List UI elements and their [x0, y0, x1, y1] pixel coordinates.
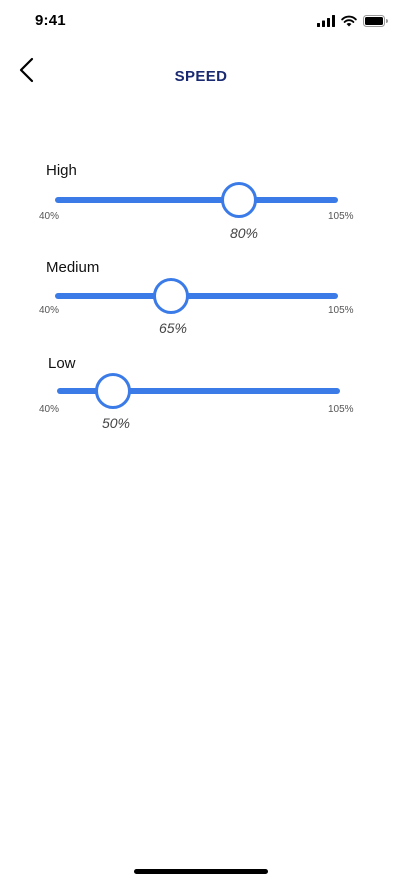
slider-min-label: 40%	[39, 305, 60, 316]
cellular-signal-icon	[317, 15, 335, 27]
slider-label: Medium	[46, 259, 100, 276]
slider-thumb[interactable]	[153, 278, 189, 314]
slider-medium: Medium 40% 105% 65%	[0, 257, 402, 347]
status-bar: 9:41	[0, 0, 402, 44]
slider-value: 80%	[229, 225, 259, 241]
wifi-icon	[341, 15, 357, 27]
slider-max-label: 105%	[328, 305, 354, 316]
slider-high: High 40% 105% 80%	[0, 160, 402, 250]
slider-low: Low 40% 105% 50%	[0, 353, 402, 443]
slider-max-label: 105%	[328, 211, 354, 222]
slider-thumb[interactable]	[221, 182, 257, 218]
page-title: SPEED	[174, 68, 228, 85]
slider-value: 65%	[158, 320, 188, 336]
slider-label: High	[46, 162, 77, 179]
status-time: 9:41	[35, 12, 66, 29]
slider-track[interactable]	[55, 197, 338, 203]
slider-value: 50%	[101, 415, 131, 431]
slider-thumb[interactable]	[95, 373, 131, 409]
slider-max-label: 105%	[328, 404, 354, 415]
slider-track[interactable]	[55, 293, 338, 299]
slider-label: Low	[48, 355, 76, 372]
status-icons	[317, 14, 388, 28]
home-indicator[interactable]	[134, 869, 268, 874]
slider-min-label: 40%	[39, 211, 60, 222]
slider-min-label: 40%	[39, 404, 60, 415]
header: SPEED	[0, 44, 402, 108]
battery-icon	[363, 15, 388, 27]
